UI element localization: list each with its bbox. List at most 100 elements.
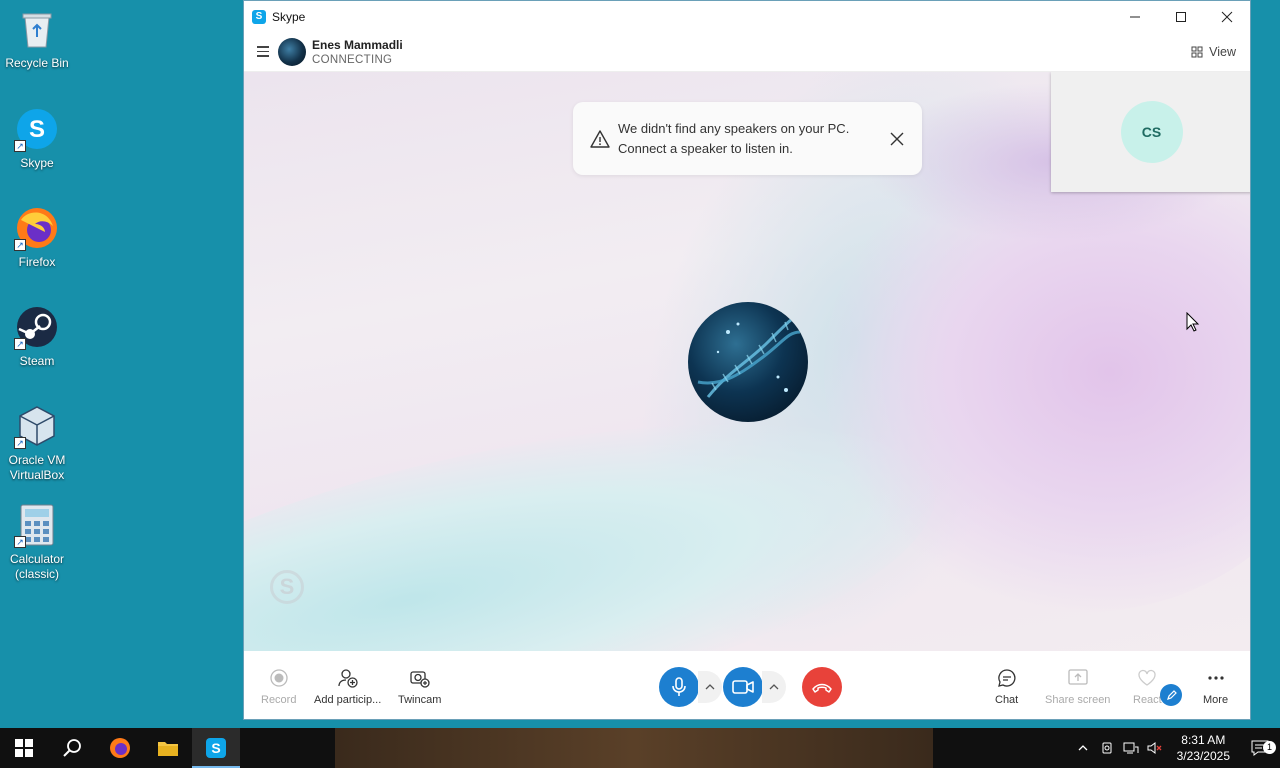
- taskbar-file-explorer[interactable]: [144, 728, 192, 768]
- skype-window: S Skype Enes Mammadli CONNECTING View S …: [243, 0, 1251, 720]
- toast-line-1: We didn't find any speakers on your PC.: [618, 120, 850, 136]
- chat-button[interactable]: Chat: [995, 665, 1018, 706]
- tray-network-icon[interactable]: [1119, 741, 1143, 755]
- self-view-tile[interactable]: CS: [1051, 72, 1250, 192]
- calculator-icon: ↗: [14, 502, 60, 548]
- notifications-button[interactable]: 1: [1240, 740, 1280, 756]
- self-avatar: CS: [1120, 101, 1183, 163]
- svg-text:S: S: [211, 740, 220, 756]
- chat-icon: [997, 669, 1016, 687]
- mute-button[interactable]: [659, 667, 699, 707]
- pencil-icon: [1166, 689, 1177, 700]
- grid-icon: [1191, 46, 1203, 57]
- skype-watermark-icon: S: [270, 570, 304, 604]
- add-participants-button[interactable]: Add particip...: [314, 665, 381, 706]
- recycle-bin-icon: [14, 6, 60, 52]
- system-tray: 8:31 AM 3/23/2025 1: [1071, 728, 1280, 768]
- minimize-button[interactable]: [1112, 1, 1158, 32]
- more-button[interactable]: More: [1203, 665, 1228, 706]
- menu-icon[interactable]: [257, 46, 269, 57]
- taskbar: S 8:31 AM 3/23/2025 1: [0, 728, 1280, 768]
- close-toast-icon[interactable]: [890, 132, 904, 146]
- virtualbox-icon: ↗: [14, 403, 60, 449]
- heart-icon: [1138, 669, 1157, 686]
- end-call-button[interactable]: [802, 667, 842, 707]
- toast-line-2: Connect a speaker to listen in.: [618, 140, 793, 156]
- desktop-icon-steam[interactable]: ↗ Steam: [2, 304, 72, 369]
- show-hidden-icons-button[interactable]: [1071, 745, 1095, 751]
- record-button[interactable]: Record: [261, 665, 296, 706]
- video-options-button[interactable]: [762, 671, 786, 703]
- network-icon: [1123, 742, 1139, 754]
- record-icon: [270, 669, 288, 687]
- video-camera-icon: [732, 680, 754, 694]
- desktop-icon-label: Oracle VM VirtualBox: [8, 453, 66, 482]
- desktop-icon-label: Skype: [20, 156, 54, 170]
- share-screen-button[interactable]: Share screen: [1045, 665, 1110, 706]
- maximize-button[interactable]: [1158, 1, 1204, 32]
- view-label: View: [1209, 44, 1236, 59]
- tray-volume-icon[interactable]: [1143, 741, 1167, 755]
- steam-icon: ↗: [14, 304, 60, 350]
- call-toolbar: Record Add particip... Twincam Chat Shar…: [244, 651, 1250, 719]
- tray-device-icon[interactable]: [1095, 741, 1119, 755]
- audio-options-button[interactable]: [698, 671, 722, 703]
- firefox-icon: [110, 738, 130, 758]
- taskbar-preview-thumbnail: [335, 728, 933, 768]
- mouse-cursor-icon: [1186, 312, 1200, 332]
- twincam-label: Twincam: [398, 694, 442, 706]
- react-button[interactable]: React: [1133, 665, 1162, 706]
- svg-text:S: S: [29, 116, 45, 143]
- desktop-icon-calculator[interactable]: ↗ Calculator (classic): [2, 502, 72, 582]
- warning-icon: [590, 129, 610, 148]
- microphone-icon: [672, 677, 686, 696]
- skype-icon: S: [252, 9, 266, 24]
- skype-icon: S: [206, 738, 226, 758]
- shortcut-arrow-icon: ↗: [14, 239, 26, 251]
- desktop-icon-virtualbox[interactable]: ↗ Oracle VM VirtualBox: [2, 403, 72, 483]
- firefox-icon: ↗: [14, 205, 60, 251]
- share-screen-icon: [1068, 669, 1088, 685]
- desktop-icon-label: Calculator (classic): [9, 552, 65, 581]
- call-header: Enes Mammadli CONNECTING View: [244, 32, 1250, 72]
- speaker-warning-toast: We didn't find any speakers on your PC. …: [573, 102, 922, 175]
- view-button[interactable]: View: [1191, 45, 1236, 59]
- share-screen-label: Share screen: [1045, 694, 1111, 706]
- clock-date: 3/23/2025: [1176, 749, 1230, 763]
- taskbar-clock[interactable]: 8:31 AM 3/23/2025: [1177, 732, 1230, 764]
- more-label: More: [1203, 694, 1229, 706]
- taskbar-firefox[interactable]: [96, 728, 144, 768]
- desktop-icon-recycle-bin[interactable]: Recycle Bin: [2, 6, 72, 71]
- dna-image: [697, 310, 804, 398]
- add-person-icon: [337, 669, 358, 688]
- more-dots-icon: [1207, 676, 1224, 680]
- folder-icon: [158, 742, 178, 756]
- edit-pen-button[interactable]: [1160, 684, 1182, 706]
- title-bar[interactable]: S Skype: [244, 1, 1250, 32]
- remote-participant-avatar: [688, 302, 808, 422]
- desktop-icon-skype[interactable]: S ↗ Skype: [2, 106, 72, 171]
- contact-avatar[interactable]: [278, 37, 306, 66]
- react-label: React: [1133, 694, 1162, 706]
- shortcut-arrow-icon: ↗: [14, 140, 26, 152]
- chevron-up-icon: [1078, 745, 1088, 751]
- contact-name[interactable]: Enes Mammadli: [312, 38, 403, 52]
- taskbar-skype[interactable]: S: [192, 728, 240, 768]
- volume-muted-icon: [1147, 742, 1162, 754]
- minimize-icon: [1130, 16, 1140, 17]
- close-icon: [1221, 11, 1233, 22]
- start-button[interactable]: [0, 728, 48, 768]
- twincam-button[interactable]: Twincam: [398, 665, 441, 706]
- hang-up-icon: [812, 683, 832, 693]
- call-stage: S We didn't find any speakers on your PC…: [244, 72, 1250, 651]
- window-title: Skype: [272, 9, 306, 24]
- windows-icon: [15, 739, 33, 757]
- search-icon: [63, 739, 81, 757]
- desktop-icon-label: Firefox: [18, 255, 56, 269]
- desktop-icon-firefox[interactable]: ↗ Firefox: [2, 205, 72, 270]
- video-button[interactable]: [723, 667, 763, 707]
- close-window-button[interactable]: [1204, 1, 1250, 32]
- add-participants-label: Add particip...: [314, 694, 382, 706]
- call-status: CONNECTING: [312, 53, 393, 66]
- search-button[interactable]: [48, 728, 96, 768]
